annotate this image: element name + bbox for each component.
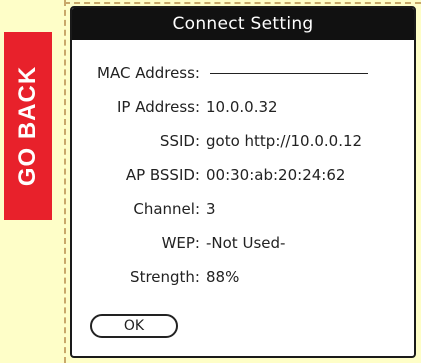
mac-address-label: MAC Address: bbox=[97, 64, 200, 82]
mac-address-empty-line bbox=[210, 73, 368, 74]
ok-button[interactable]: OK bbox=[90, 314, 178, 338]
ap-bssid-value: 00:30:ab:20:24:62 bbox=[206, 166, 346, 184]
strength-label: Strength: bbox=[130, 268, 200, 286]
wep-row: WEP: -Not Used- bbox=[72, 234, 414, 268]
strength-value: 88% bbox=[206, 268, 240, 286]
go-back-button[interactable]: GO BACK bbox=[4, 32, 52, 220]
ip-address-row: IP Address: 10.0.0.32 bbox=[72, 98, 414, 132]
ap-bssid-row: AP BSSID: 00:30:ab:20:24:62 bbox=[72, 166, 414, 200]
ap-bssid-label: AP BSSID: bbox=[125, 166, 200, 184]
strength-row: Strength: 88% bbox=[72, 268, 414, 302]
dashed-divider-vertical bbox=[64, 0, 66, 363]
wep-value: -Not Used- bbox=[206, 234, 286, 252]
channel-value: 3 bbox=[206, 200, 216, 218]
channel-row: Channel: 3 bbox=[72, 200, 414, 234]
wep-label: WEP: bbox=[161, 234, 200, 252]
field-list: MAC Address: IP Address: 10.0.0.32 SSID:… bbox=[72, 64, 414, 302]
dialog-title: Connect Setting bbox=[72, 8, 414, 40]
ssid-row: SSID: goto http://10.0.0.12 bbox=[72, 132, 414, 166]
connect-setting-dialog: Connect Setting MAC Address: IP Address:… bbox=[70, 6, 416, 358]
go-back-label: GO BACK bbox=[14, 65, 41, 187]
dashed-divider-horizontal bbox=[64, 2, 421, 4]
ssid-label: SSID: bbox=[159, 132, 200, 150]
ip-address-value: 10.0.0.32 bbox=[206, 98, 278, 116]
channel-label: Channel: bbox=[133, 200, 200, 218]
ip-address-label: IP Address: bbox=[116, 98, 200, 116]
ssid-value: goto http://10.0.0.12 bbox=[206, 132, 363, 150]
mac-address-row: MAC Address: bbox=[72, 64, 414, 98]
